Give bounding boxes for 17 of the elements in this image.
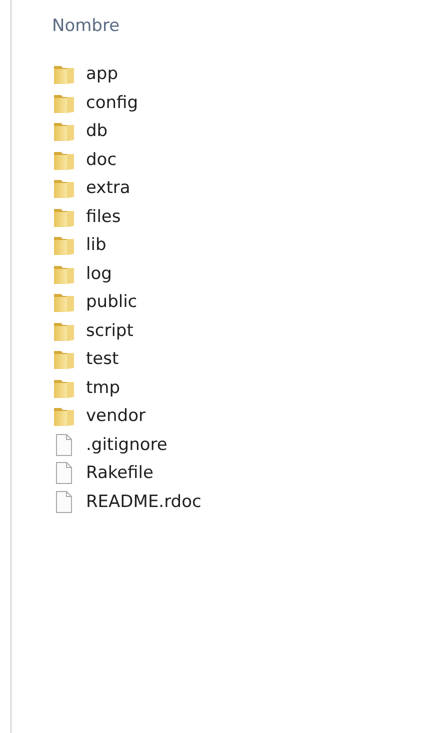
file-list-item[interactable]: script xyxy=(52,316,440,345)
column-header[interactable]: Nombre xyxy=(52,16,120,36)
file-list-item[interactable]: files xyxy=(52,202,440,231)
file-list-item[interactable]: db xyxy=(52,117,440,146)
file-list-item[interactable]: app xyxy=(52,60,440,88)
file-list-item[interactable]: tmp xyxy=(52,374,440,402)
file-list-item[interactable]: config xyxy=(52,88,440,117)
file-list-item[interactable]: .gitignore xyxy=(52,430,440,459)
file-list-item[interactable]: lib xyxy=(52,231,440,260)
file-list-item[interactable]: README.rdoc xyxy=(52,488,440,516)
file-list-item[interactable]: public xyxy=(52,288,440,316)
file-list-item[interactable]: log xyxy=(52,260,440,288)
file-list-item[interactable]: Rakefile xyxy=(52,459,440,488)
file-list-item[interactable]: doc xyxy=(52,146,440,174)
file-list-item[interactable]: test xyxy=(52,345,440,374)
file-list-item[interactable]: vendor xyxy=(52,402,440,430)
file-list-item[interactable]: extra xyxy=(52,174,440,202)
